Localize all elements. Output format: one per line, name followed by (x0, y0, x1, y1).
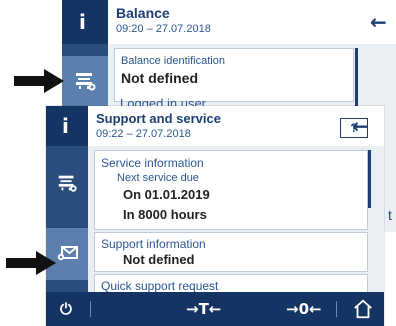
service-information-title: Service information (101, 156, 204, 170)
info-icon: i (79, 10, 86, 34)
tare-button[interactable]: →T← (186, 292, 221, 326)
back-arrow-icon[interactable]: ← (370, 10, 387, 34)
timestamp: 09:20 – 27.07.2018 (116, 23, 211, 35)
quick-support-request-item[interactable]: Quick support request (94, 274, 368, 292)
header: Support and service 09:22 – 27.07.2018 ?… (88, 106, 384, 146)
quick-support-request-title: Quick support request (101, 279, 219, 292)
service-information-item[interactable]: Service information Next service due On … (94, 150, 368, 230)
timestamp: 09:22 – 27.07.2018 (96, 128, 191, 140)
info-icon: i (62, 114, 69, 138)
header: Balance 09:20 – 27.07.2018 ← (108, 0, 396, 44)
home-icon (354, 299, 372, 319)
balance-identification-field[interactable]: Balance identification Not defined (114, 48, 354, 102)
scrollbar[interactable] (355, 48, 358, 108)
page-title: Balance (116, 5, 170, 21)
support-service-icon (57, 246, 78, 261)
divider (336, 301, 337, 317)
partial-text: t (388, 207, 392, 223)
info-button[interactable]: i (46, 106, 88, 146)
power-button[interactable]: ⏻ (60, 292, 72, 326)
back-arrow-icon[interactable]: ← (352, 114, 369, 138)
page-title: Support and service (96, 111, 221, 126)
zero-button[interactable]: →0← (286, 292, 322, 326)
home-button[interactable] (348, 292, 378, 326)
pointer-arrow-icon (6, 251, 56, 275)
balance-settings-icon (58, 175, 77, 192)
balance-settings-icon (76, 73, 96, 91)
field-label: Balance identification (121, 55, 225, 67)
support-service-screen: i Support and service 09:22 – 27.07.2018… (46, 106, 384, 326)
field-value: Not defined (121, 70, 198, 86)
next-service-hours: In 8000 hours (123, 207, 207, 222)
balance-settings-tab[interactable] (62, 56, 108, 108)
scrollbar[interactable] (368, 150, 371, 208)
support-information-value: Not defined (123, 252, 195, 267)
divider (90, 301, 91, 317)
footer-bar: ⏻ →T← →0← (46, 292, 384, 326)
content-list: Service information Next service due On … (88, 146, 374, 292)
next-service-label: Next service due (117, 172, 199, 184)
support-information-item[interactable]: Support information Not defined (94, 232, 368, 272)
info-button[interactable]: i (62, 0, 108, 44)
next-service-date: On 01.01.2019 (123, 187, 210, 202)
balance-settings-tab[interactable] (46, 162, 88, 206)
support-information-title: Support information (101, 237, 206, 251)
pointer-arrow-icon (14, 69, 64, 93)
